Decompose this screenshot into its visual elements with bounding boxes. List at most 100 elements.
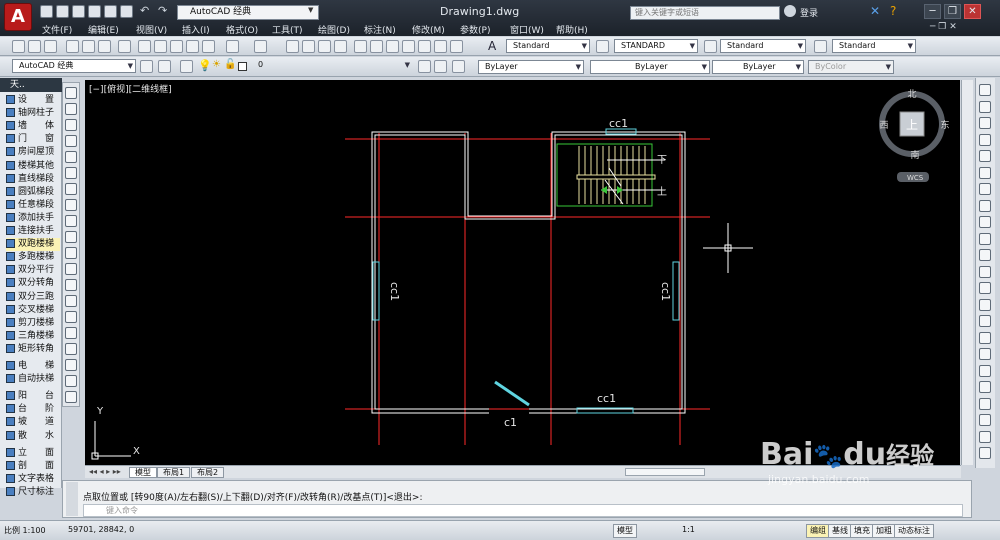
palette-item[interactable]: 房间屋顶 xyxy=(6,146,60,159)
palette-item[interactable]: 门 窗 xyxy=(6,133,60,146)
redo-icon[interactable]: ↷ xyxy=(158,4,167,17)
tab-layout1[interactable]: 布局1 xyxy=(157,467,191,478)
palette-item[interactable]: 坡 道 xyxy=(6,416,60,429)
menu-tools[interactable]: 工具(T) xyxy=(272,23,303,36)
palette-item[interactable]: 轴网柱子 xyxy=(6,107,60,120)
tab-layout2[interactable]: 布局2 xyxy=(191,467,225,478)
construction-line-icon[interactable] xyxy=(65,103,77,115)
quickcalc-icon[interactable] xyxy=(434,40,447,53)
fillet-icon[interactable] xyxy=(979,331,991,344)
redo-icon[interactable] xyxy=(254,40,267,53)
menu-format[interactable]: 格式(O) xyxy=(226,23,258,36)
palette-item[interactable]: 连接扶手 xyxy=(6,225,60,238)
multiline-text-icon[interactable] xyxy=(65,375,77,387)
explode-icon[interactable] xyxy=(979,364,991,377)
ellipse-arc-icon[interactable] xyxy=(65,247,77,259)
copy-object-icon[interactable] xyxy=(979,100,991,113)
palette-item[interactable]: 剖 面 xyxy=(6,460,60,473)
new-icon[interactable] xyxy=(40,5,53,18)
palette-item[interactable]: 电 梯 xyxy=(6,360,60,373)
menu-dimension[interactable]: 标注(N) xyxy=(364,23,396,36)
zoom-realtime-icon[interactable] xyxy=(302,40,315,53)
minimize-button[interactable]: ─ xyxy=(924,4,941,19)
palette-item[interactable]: 自动扶梯 xyxy=(6,373,60,386)
extend-icon[interactable] xyxy=(979,249,991,261)
undo-icon[interactable] xyxy=(226,40,239,53)
palette-item[interactable]: 任意梯段 xyxy=(6,199,60,212)
help-icon[interactable]: ? xyxy=(890,4,896,18)
break-point-icon[interactable] xyxy=(979,265,991,278)
palette-item[interactable]: 阳 台 xyxy=(6,390,60,403)
3dprint-icon[interactable] xyxy=(118,40,131,53)
table-icon[interactable] xyxy=(65,359,77,371)
break-icon[interactable] xyxy=(979,282,991,294)
qnew-icon[interactable] xyxy=(12,40,25,53)
tab-nav-arrows[interactable]: ◂◂ ◂ ▸ ▸▸ xyxy=(89,467,121,476)
ellipse-icon[interactable] xyxy=(65,231,77,243)
save-icon[interactable] xyxy=(44,40,57,53)
layer-select[interactable]: 0 xyxy=(252,59,412,73)
status-dynamic-dim-button[interactable]: 动态标注 xyxy=(894,524,934,538)
stretch-icon[interactable] xyxy=(979,216,991,228)
search-input[interactable]: 键入关键字或短语 xyxy=(630,6,780,20)
palette-item[interactable]: 圆弧梯段 xyxy=(6,186,60,199)
doc-window-controls[interactable]: ─ ❐ ✕ xyxy=(930,22,957,32)
add-selected-icon[interactable] xyxy=(65,391,77,403)
status-fill-button[interactable]: 填充 xyxy=(850,524,874,538)
command-line-grip[interactable] xyxy=(66,482,78,516)
palette-item[interactable]: 多跑楼梯 xyxy=(6,251,60,264)
workspace-select-2[interactable]: AutoCAD 经典 xyxy=(12,59,136,73)
polyline-icon[interactable] xyxy=(65,119,77,131)
layer-previous-icon[interactable] xyxy=(434,60,447,73)
multileader-style-select[interactable]: Standard xyxy=(832,39,916,53)
workspace-settings-icon[interactable] xyxy=(158,60,171,73)
palette-item[interactable]: 尺寸标注 xyxy=(6,486,60,499)
gear-icon[interactable] xyxy=(140,60,153,73)
design-center-icon[interactable] xyxy=(370,40,383,53)
text-style-select[interactable]: Standard xyxy=(506,39,590,53)
palette-item[interactable]: 矩形转角 xyxy=(6,343,60,356)
rotate-icon[interactable] xyxy=(979,183,991,195)
paste-icon[interactable] xyxy=(170,40,183,53)
preview-icon[interactable] xyxy=(82,40,95,53)
point-icon[interactable] xyxy=(65,295,77,307)
trim-icon[interactable] xyxy=(979,232,991,245)
palette-item[interactable]: 三角楼梯 xyxy=(6,330,60,343)
pan-icon[interactable] xyxy=(286,40,299,53)
close-button[interactable]: ✕ xyxy=(964,4,981,19)
rectangle-icon[interactable] xyxy=(65,151,77,163)
join-icon[interactable] xyxy=(979,298,991,311)
sheet-set-icon[interactable] xyxy=(402,40,415,53)
app-menu-button[interactable]: A xyxy=(4,3,32,31)
copy-icon[interactable] xyxy=(154,40,167,53)
circle-icon[interactable] xyxy=(65,183,77,195)
blend-icon[interactable] xyxy=(979,348,991,360)
unlock-icon[interactable]: 🔓 xyxy=(224,59,236,70)
mirror-icon[interactable] xyxy=(979,117,991,129)
scale-icon[interactable] xyxy=(979,199,991,212)
zoom-window-icon[interactable] xyxy=(318,40,331,53)
hatch-icon[interactable] xyxy=(65,311,77,323)
id-icon[interactable] xyxy=(979,447,991,459)
properties-icon[interactable] xyxy=(354,40,367,53)
layer-state-icon[interactable] xyxy=(452,60,465,73)
palette-item[interactable]: 剪刀楼梯 xyxy=(6,317,60,330)
make-current-icon[interactable] xyxy=(418,60,431,73)
save-icon[interactable] xyxy=(72,5,85,18)
menu-view[interactable]: 视图(V) xyxy=(136,23,167,36)
palette-item[interactable]: 直线梯段 xyxy=(6,173,60,186)
array-icon[interactable] xyxy=(979,150,991,162)
status-group-button[interactable]: 编组 xyxy=(806,524,830,538)
palette-item[interactable]: 添加扶手 xyxy=(6,212,60,225)
layer-properties-icon[interactable] xyxy=(180,60,193,73)
zoom-previous-icon[interactable] xyxy=(334,40,347,53)
offset-icon[interactable] xyxy=(979,133,991,146)
drawing-canvas[interactable]: [−][俯视][二维线框] cc1 cc1 cc1 cc1 c1 下 上 Y X… xyxy=(85,80,960,465)
plot-icon[interactable] xyxy=(120,5,133,18)
command-input[interactable]: 键入命令 xyxy=(83,504,963,517)
palette-item[interactable]: 立 面 xyxy=(6,447,60,460)
palette-item[interactable]: 双跑楼梯 xyxy=(6,238,60,252)
polygon-icon[interactable] xyxy=(65,135,77,147)
plotstyle-select[interactable]: ByColor xyxy=(808,60,894,74)
palette-title[interactable]: 天.. xyxy=(0,78,62,92)
